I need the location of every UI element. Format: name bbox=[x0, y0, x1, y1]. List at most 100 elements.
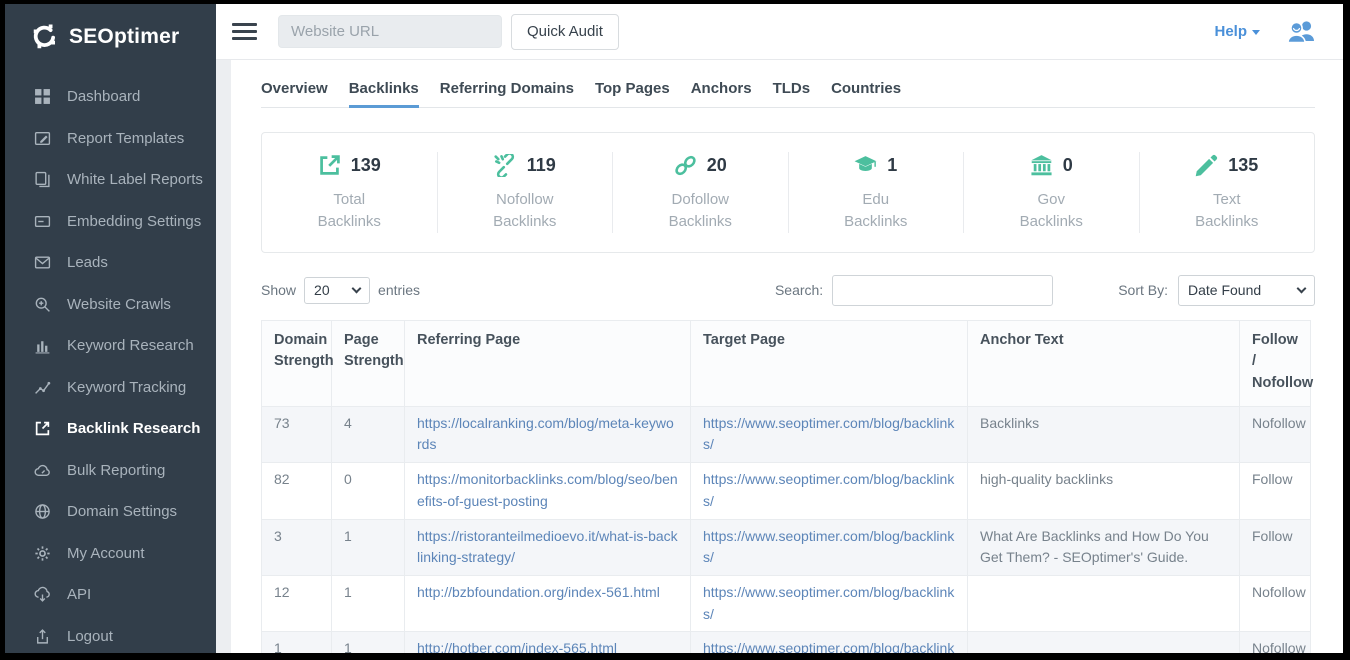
stat-label: TextBacklinks bbox=[1140, 189, 1315, 233]
sidebar-item-logout[interactable]: Logout bbox=[5, 616, 216, 654]
sidebar-item-keyword-research[interactable]: Keyword Research bbox=[5, 325, 216, 367]
tab-referring-domains[interactable]: Referring Domains bbox=[440, 80, 574, 107]
cell-anchor-text: high-quality backlinks bbox=[968, 463, 1240, 519]
sidebar-item-white-label-reports[interactable]: White Label Reports bbox=[5, 159, 216, 201]
stat-label: NofollowBacklinks bbox=[438, 189, 613, 233]
sidebar-item-embedding-settings[interactable]: Embedding Settings bbox=[5, 201, 216, 243]
entries-select[interactable]: 20 bbox=[304, 277, 370, 304]
tab-top-pages[interactable]: Top Pages bbox=[595, 80, 670, 107]
sidebar-item-label: Website Crawls bbox=[67, 296, 171, 313]
sidebar-item-label: Embedding Settings bbox=[67, 213, 201, 230]
target-page-link[interactable]: https://www.seoptimer.com/blog/backlinks… bbox=[703, 415, 954, 453]
sidebar-item-api[interactable]: API bbox=[5, 574, 216, 616]
sidebar-nav: Dashboard Report Templates White Label R… bbox=[5, 62, 216, 653]
cell-referring-page: https://localranking.com/blog/meta-keywo… bbox=[405, 406, 691, 462]
envelope-icon bbox=[33, 254, 51, 272]
help-menu[interactable]: Help bbox=[1214, 23, 1260, 40]
search-input[interactable] bbox=[832, 275, 1053, 306]
cell-domain-strength: 82 bbox=[262, 463, 332, 519]
chevron-down-icon bbox=[352, 284, 362, 294]
chevron-down-icon bbox=[1297, 284, 1307, 294]
external-link-icon bbox=[318, 154, 341, 177]
sidebar-item-backlink-research[interactable]: Backlink Research bbox=[5, 408, 216, 450]
website-url-input[interactable] bbox=[278, 15, 502, 48]
cell-target-page: https://www.seoptimer.com/blog/backlinks… bbox=[691, 575, 968, 631]
bar-chart-icon bbox=[33, 337, 51, 355]
stat-nofollow-backlinks: 119 NofollowBacklinks bbox=[438, 152, 614, 233]
quick-audit-button[interactable]: Quick Audit bbox=[511, 14, 619, 50]
sidebar-item-bulk-reporting[interactable]: Bulk Reporting bbox=[5, 450, 216, 492]
sidebar-item-label: My Account bbox=[67, 545, 145, 562]
stat-total-backlinks: 139 TotalBacklinks bbox=[262, 152, 438, 233]
users-icon bbox=[1285, 19, 1317, 45]
sidebar-item-report-templates[interactable]: Report Templates bbox=[5, 118, 216, 160]
table-row: 12 1 http://bzbfoundation.org/index-561.… bbox=[262, 575, 1311, 631]
tab-countries[interactable]: Countries bbox=[831, 80, 901, 107]
referring-page-link[interactable]: https://localranking.com/blog/meta-keywo… bbox=[417, 415, 674, 453]
account-avatar[interactable] bbox=[1285, 19, 1317, 45]
link-icon bbox=[674, 154, 697, 177]
referring-page-link[interactable]: http://hotber.com/index-565.html bbox=[417, 640, 617, 653]
tab-backlinks[interactable]: Backlinks bbox=[349, 80, 419, 107]
entries-label: entries bbox=[378, 282, 420, 298]
embed-card-icon bbox=[33, 212, 51, 230]
cell-page-strength: 0 bbox=[332, 463, 405, 519]
col-header-target-page: Target Page bbox=[691, 320, 968, 406]
tab-anchors[interactable]: Anchors bbox=[691, 80, 752, 107]
main-area: Quick Audit Help bbox=[216, 4, 1343, 653]
cell-domain-strength: 12 bbox=[262, 575, 332, 631]
hamburger-menu-icon[interactable] bbox=[232, 23, 257, 40]
globe-icon bbox=[33, 503, 51, 521]
tab-tlds[interactable]: TLDs bbox=[773, 80, 811, 107]
referring-page-link[interactable]: https://ristoranteilmedioevo.it/what-is-… bbox=[417, 528, 678, 566]
target-page-link[interactable]: https://www.seoptimer.com/blog/backlinks… bbox=[703, 584, 954, 622]
sort-by-select[interactable]: Date Found bbox=[1178, 275, 1315, 306]
stat-value: 135 bbox=[1228, 155, 1258, 176]
sidebar-item-leads[interactable]: Leads bbox=[5, 242, 216, 284]
referring-page-link[interactable]: https://monitorbacklinks.com/blog/seo/be… bbox=[417, 471, 678, 509]
report-tabs: Overview Backlinks Referring Domains Top… bbox=[261, 80, 1315, 108]
cloud-download-icon bbox=[33, 586, 51, 604]
target-page-link[interactable]: https://www.seoptimer.com/blog/backlinks… bbox=[703, 528, 954, 566]
cell-target-page: https://www.seoptimer.com/blog/backlinks… bbox=[691, 519, 968, 575]
sidebar: SEOptimer Dashboard Report Templates Whi… bbox=[5, 4, 216, 653]
cell-follow: Nofollow bbox=[1240, 575, 1311, 631]
target-page-link[interactable]: https://www.seoptimer.com/blog/backlinks… bbox=[703, 640, 954, 653]
col-header-page-strength: Page Strength bbox=[332, 320, 405, 406]
pencil-icon bbox=[1195, 154, 1218, 177]
trend-line-icon bbox=[33, 378, 51, 396]
tab-overview[interactable]: Overview bbox=[261, 80, 328, 107]
cell-referring-page: https://ristoranteilmedioevo.it/what-is-… bbox=[405, 519, 691, 575]
cell-follow: Nofollow bbox=[1240, 406, 1311, 462]
cell-domain-strength: 73 bbox=[262, 406, 332, 462]
cell-page-strength: 1 bbox=[332, 632, 405, 653]
cell-page-strength: 1 bbox=[332, 519, 405, 575]
broken-link-icon bbox=[494, 154, 517, 177]
brand-logo[interactable]: SEOptimer bbox=[5, 4, 216, 62]
stat-value: 20 bbox=[707, 155, 727, 176]
backlinks-panel: Overview Backlinks Referring Domains Top… bbox=[231, 60, 1343, 653]
sidebar-item-label: Bulk Reporting bbox=[67, 462, 165, 479]
table-controls: Show 20 entries Search: Sort By: Date Fo… bbox=[261, 275, 1315, 306]
stat-value: 1 bbox=[887, 155, 897, 176]
sidebar-item-domain-settings[interactable]: Domain Settings bbox=[5, 491, 216, 533]
target-page-link[interactable]: https://www.seoptimer.com/blog/backlinks… bbox=[703, 471, 954, 509]
search-label: Search: bbox=[775, 282, 823, 298]
sidebar-item-keyword-tracking[interactable]: Keyword Tracking bbox=[5, 367, 216, 409]
seoptimer-gear-icon bbox=[30, 22, 60, 52]
cell-page-strength: 1 bbox=[332, 575, 405, 631]
cell-anchor-text: What Are Backlinks and How Do You Get Th… bbox=[968, 519, 1240, 575]
sidebar-item-label: Leads bbox=[67, 254, 108, 271]
sidebar-item-label: Keyword Tracking bbox=[67, 379, 186, 396]
page-content: Overview Backlinks Referring Domains Top… bbox=[216, 60, 1343, 653]
sidebar-item-label: Backlink Research bbox=[67, 420, 200, 437]
sidebar-item-dashboard[interactable]: Dashboard bbox=[5, 76, 216, 118]
col-header-referring-page: Referring Page bbox=[405, 320, 691, 406]
col-header-follow: Follow / Nofollow bbox=[1240, 320, 1311, 406]
sidebar-item-my-account[interactable]: My Account bbox=[5, 533, 216, 575]
cell-follow: Follow bbox=[1240, 463, 1311, 519]
stat-edu-backlinks: 1 EduBacklinks bbox=[789, 152, 965, 233]
referring-page-link[interactable]: http://bzbfoundation.org/index-561.html bbox=[417, 584, 660, 600]
sidebar-item-website-crawls[interactable]: Website Crawls bbox=[5, 284, 216, 326]
cell-follow: Follow bbox=[1240, 519, 1311, 575]
